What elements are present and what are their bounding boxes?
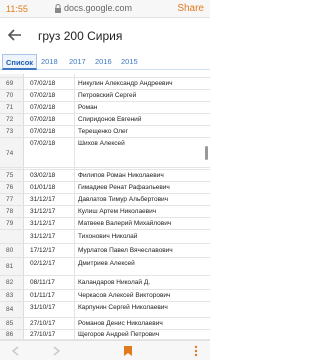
date-cell: 01/01/18 [30, 184, 56, 191]
row-number: 77 [6, 196, 14, 203]
date-cell: 07/02/18 [30, 116, 56, 123]
scrollbar-thumb[interactable] [205, 146, 208, 160]
status-time: 11:55 [6, 4, 28, 14]
back-icon[interactable] [10, 345, 22, 357]
table-row[interactable]: 82 08/11/17 Каландаров Николай Д. [0, 276, 210, 290]
tab-2016[interactable]: 2016 [92, 54, 115, 70]
table-row[interactable]: 79 31/12/17 Матвеев Валерий Михайлович [0, 218, 210, 230]
name-cell: Шихов Алексей [78, 140, 125, 147]
date-cell: 07/02/18 [30, 104, 56, 111]
row-number: 75 [6, 172, 14, 179]
document-title: груз 200 Сирия [38, 29, 123, 43]
row-number: 82 [6, 279, 14, 286]
address-bar[interactable]: docs.google.com [64, 3, 132, 13]
lock-icon [55, 4, 61, 13]
table-row[interactable]: 31/12/17 Тихонович Николай [0, 230, 210, 244]
table-row[interactable]: 80 17/12/17 Мурлатов Павел Вячеславович [0, 244, 210, 258]
name-cell: Карпунин Сергей Николаевич [78, 304, 168, 311]
browser-bar: 11:55 docs.google.com Share [0, 0, 210, 18]
date-cell: 08/11/17 [30, 279, 55, 286]
name-cell: Каландаров Николай Д. [78, 279, 151, 286]
tab-2018[interactable]: 2018 [38, 54, 61, 70]
date-cell: 07/02/18 [30, 92, 56, 99]
name-cell: Филипов Роман Николаевич [78, 172, 164, 179]
row-number: 76 [6, 184, 14, 191]
more-menu-icon[interactable] [190, 345, 202, 357]
row-number: 86 [6, 331, 14, 338]
table-row[interactable]: 69 07/02/18 Никулин Александр Андреевич [0, 78, 210, 90]
tab-list[interactable]: Список [2, 54, 38, 70]
table-row[interactable]: 86 27/10/17 Щегоров Андрей Петрович [0, 330, 210, 340]
name-cell: Спиридонов Евгений [78, 116, 142, 123]
row-number: 71 [6, 104, 14, 111]
row-number: 79 [6, 220, 14, 227]
date-cell: 31/12/17 [30, 196, 56, 203]
row-number: 70 [6, 92, 14, 99]
row-number: 74 [6, 150, 14, 157]
row-number: 85 [6, 320, 14, 327]
name-cell: Черкасов Алексей Викторович [78, 292, 171, 299]
sheet-tabs: Список 2018 2017 2016 2015 [0, 54, 210, 70]
table-row[interactable]: 78 31/12/17 Кулиш Артем Николаевич [0, 206, 210, 218]
name-cell: Давлатов Тимур Альбертович [78, 196, 169, 203]
date-cell: 03/02/18 [30, 172, 56, 179]
date-cell: 07/02/18 [30, 80, 56, 87]
name-cell: Петровский Сергей [78, 92, 137, 99]
table-row[interactable]: 71 07/02/18 Роман [0, 102, 210, 114]
table-row[interactable]: 76 01/01/18 Гимадиев Ренат Рафаэльевич [0, 182, 210, 194]
name-cell: Кулиш Артем Николаевич [78, 208, 157, 215]
row-number: 78 [6, 208, 14, 215]
name-cell: Матвеев Валерий Михайлович [78, 220, 172, 227]
table-row[interactable]: 85 27/10/17 Романов Денис Николаевич [0, 318, 210, 330]
name-cell: Тихонович Николай [78, 233, 138, 240]
table-row[interactable]: 74 07/02/18 Шихов Алексей [0, 138, 210, 168]
date-cell: 17/12/17 [30, 247, 56, 254]
table-row[interactable]: 81 02/12/17 Дмитриев Алексей [0, 258, 210, 276]
date-cell: 31/12/17 [30, 233, 56, 240]
back-arrow-icon[interactable] [8, 28, 22, 42]
name-cell: Мурлатов Павел Вячеславович [78, 247, 173, 254]
row-number: 73 [6, 128, 14, 135]
row-number: 72 [6, 116, 14, 123]
table-row[interactable]: 70 07/02/18 Петровский Сергей [0, 90, 210, 102]
date-cell: 01/11/17 [30, 292, 55, 299]
name-cell: Дмитриев Алексей [78, 260, 135, 267]
table-row[interactable]: 84 31/10/17 Карпунин Сергей Николаевич [0, 302, 210, 318]
table-row[interactable]: 73 07/02/18 Терещенко Олег [0, 126, 210, 138]
date-cell: 07/02/18 [30, 128, 56, 135]
forward-icon[interactable] [50, 345, 62, 357]
name-cell: Романов Денис Николаевич [78, 320, 163, 327]
doc-header: груз 200 Сирия [0, 22, 210, 52]
row-number: 83 [6, 292, 14, 299]
date-cell: 31/12/17 [30, 208, 56, 215]
name-cell: Гимадиев Ренат Рафаэльевич [78, 184, 170, 191]
date-cell: 31/10/17 [30, 304, 56, 311]
table-row[interactable]: 75 03/02/18 Филипов Роман Николаевич [0, 170, 210, 182]
bookmark-icon[interactable] [122, 345, 134, 357]
date-cell: 07/02/18 [30, 140, 56, 147]
table-row[interactable]: 72 07/02/18 Спиридонов Евгений [0, 114, 210, 126]
spreadsheet-grid[interactable]: 69 07/02/18 Никулин Александр Андреевич … [0, 74, 210, 340]
row-number: 69 [6, 80, 14, 87]
date-cell: 02/12/17 [30, 260, 56, 267]
row-number: 84 [6, 306, 14, 313]
name-cell: Терещенко Олег [78, 128, 129, 135]
row-number: 81 [6, 263, 14, 270]
row-number: 80 [6, 247, 14, 254]
table-row[interactable]: 77 31/12/17 Давлатов Тимур Альбертович [0, 194, 210, 206]
tab-2015[interactable]: 2015 [118, 54, 141, 70]
date-cell: 31/12/17 [30, 220, 56, 227]
browser-toolbar [0, 340, 210, 360]
tab-2017[interactable]: 2017 [66, 54, 89, 70]
name-cell: Роман [78, 104, 98, 111]
table-row[interactable]: 83 01/11/17 Черкасов Алексей Викторович [0, 290, 210, 302]
name-cell: Щегоров Андрей Петрович [78, 331, 160, 338]
date-cell: 27/10/17 [30, 331, 56, 338]
share-button[interactable]: Share [177, 3, 204, 14]
date-cell: 27/10/17 [30, 320, 56, 327]
name-cell: Никулин Александр Андреевич [78, 80, 173, 87]
